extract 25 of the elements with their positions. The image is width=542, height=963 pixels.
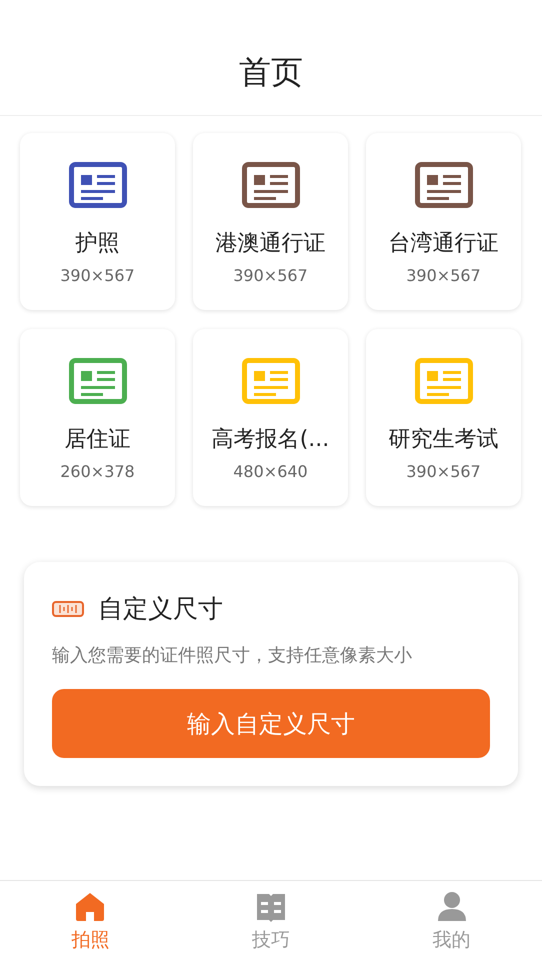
custom-size-description: 输入您需要的证件照尺寸，支持任意像素大小	[52, 644, 413, 667]
document-card[interactable]: 研究生考试 390×567	[366, 329, 521, 506]
person-icon	[436, 891, 468, 923]
document-card[interactable]: 居住证 260×378	[20, 329, 175, 506]
document-size: 480×640	[233, 462, 308, 481]
document-name: 高考报名(...	[212, 426, 330, 454]
document-card[interactable]: 护照 390×567	[20, 133, 175, 310]
document-size: 260×378	[60, 462, 135, 481]
home-icon	[74, 891, 106, 923]
document-name: 研究生考试	[388, 426, 498, 454]
document-size: 390×567	[406, 266, 481, 285]
document-card[interactable]: 港澳通行证 390×567	[193, 133, 348, 310]
document-name: 台湾通行证	[388, 230, 498, 258]
document-name: 港澳通行证	[216, 230, 326, 258]
document-card[interactable]: 台湾通行证 390×567	[366, 133, 521, 310]
book-icon	[255, 891, 287, 923]
ruler-icon	[52, 600, 84, 616]
document-name: 居住证	[64, 426, 130, 454]
document-card[interactable]: 高考报名(... 480×640	[193, 329, 348, 506]
document-size: 390×567	[406, 462, 481, 481]
page-title: 首页	[239, 52, 303, 93]
document-name: 护照	[76, 230, 120, 258]
document-size: 390×567	[60, 266, 135, 285]
document-size: 390×567	[233, 266, 308, 285]
custom-size-title: 自定义尺寸	[98, 593, 223, 625]
